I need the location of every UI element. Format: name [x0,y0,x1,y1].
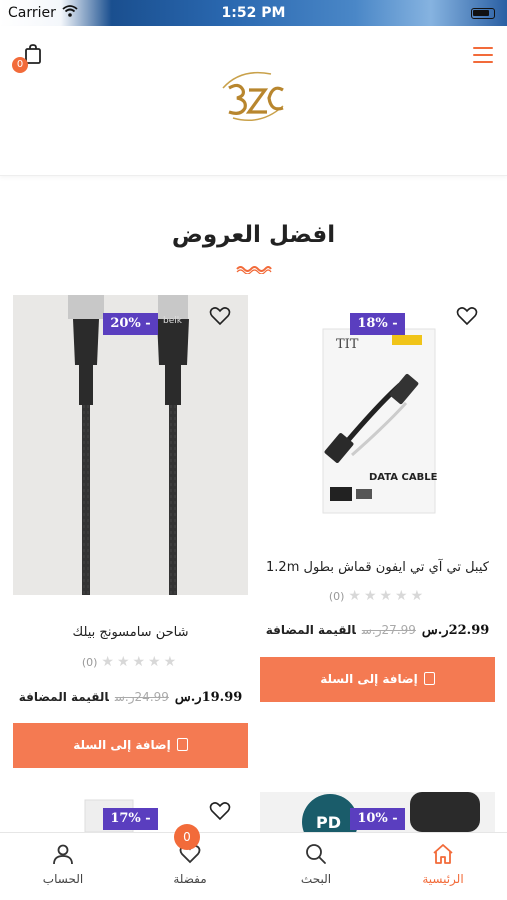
product-name[interactable]: كيبل تي آي تي ايفون قماش بطول 1.2m [260,560,495,575]
vat-label: القيمة المضافة [265,623,356,637]
section-title: افضل العروض [171,222,336,248]
cable-package-image: TIT DATA CABLE [322,328,438,514]
nav-search[interactable]: البحث [253,833,379,900]
cart-count-badge: 0 [12,57,28,73]
title-underline-decoration [236,266,272,274]
home-icon [433,844,453,864]
cable-photo-image: belk [68,295,189,595]
status-bar: Carrier 1:52 PM [0,0,507,26]
old-price: 27.99ر.س [361,623,416,637]
current-price: 22.99ر.س [421,623,490,638]
cart-bag-icon [423,672,435,685]
discount-badge: 18% - [350,313,405,335]
add-to-cart-label: إضافة إلى السلة [320,672,418,686]
nav-account-label: الحساب [42,872,84,886]
product-name[interactable]: شاحن سامسونج بيلك [13,625,248,640]
hamburger-menu-icon[interactable] [473,47,493,63]
favorite-heart-icon[interactable] [456,306,478,326]
discount-badge: 20% - [103,313,158,335]
favorite-heart-icon[interactable] [209,801,231,821]
add-to-cart-button[interactable]: إضافة إلى السلة [13,723,248,768]
status-time: 1:52 PM [221,5,286,21]
cable-brand-text: belk [163,316,183,326]
rating-stars: ★★★★★(0) [260,588,495,604]
vat-label: القيمة المضافة [18,690,109,704]
rating-stars: ★★★★★(0) [13,654,248,670]
product-card[interactable]: TIT DATA CABLE 18% - كيبل تي آي تي ايفون… [260,295,495,705]
add-to-cart-button[interactable]: إضافة إلى السلة [260,657,495,702]
user-icon [53,844,73,865]
star-icon: ★★★★★ [348,588,427,604]
product-image[interactable]: TIT DATA CABLE [260,295,495,595]
bottom-navigation: الرئيسية البحث مفضلة الحساب [0,832,507,900]
nav-home[interactable]: الرئيسية [380,833,506,900]
app-header: 0 [0,26,507,176]
rating-count: (0) [328,590,345,603]
price-row: 22.99ر.س 27.99ر.س القيمة المضافة [260,623,495,638]
package-brand-text: TIT [336,337,359,352]
product-card[interactable]: 17% - [13,792,248,832]
price-row: 19.99ر.س 24.99ر.س القيمة المضافة [13,690,248,705]
nav-home-label: الرئيسية [422,872,464,886]
discount-badge: 17% - [103,808,158,830]
cart-bag-icon [176,738,188,751]
favorite-heart-icon[interactable] [209,306,231,326]
rating-count: (0) [81,656,98,669]
nav-account[interactable]: الحساب [0,833,126,900]
star-icon: ★★★★★ [101,654,180,670]
nav-search-label: البحث [300,872,332,886]
package-label-text: DATA CABLE [369,472,438,483]
pd-logo-text: PD [316,813,341,832]
old-price: 24.99ر.س [114,690,169,704]
nav-favorites-label: مفضلة [173,872,207,886]
current-price: 19.99ر.س [174,690,243,705]
add-to-cart-label: إضافة إلى السلة [73,738,171,752]
brand-logo [222,71,284,121]
product-card[interactable]: PD 10% - [260,792,495,832]
search-icon [306,844,326,864]
discount-badge: 10% - [350,808,405,830]
product-card[interactable]: belk 20% - شاحن سامسونج بيلك ★★★★★(0) 19… [13,295,248,770]
battery-icon [471,8,495,19]
product-image[interactable]: belk [13,295,248,595]
favorites-count-badge: 0 [174,824,200,850]
